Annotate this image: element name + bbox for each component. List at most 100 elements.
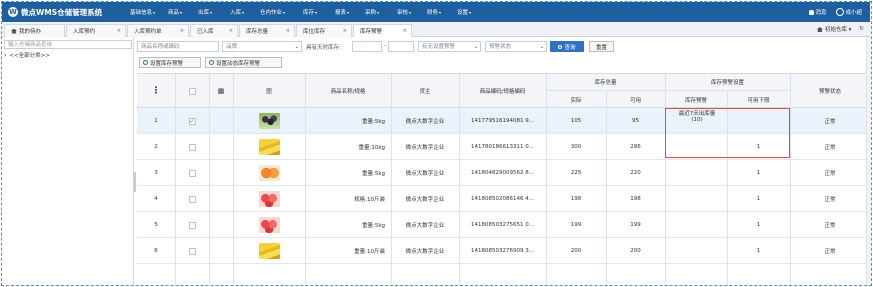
tab-0[interactable]: 我的待办: [4, 24, 65, 37]
caret-down-icon: ▾: [469, 9, 472, 15]
product-image-cell: [233, 238, 305, 264]
vertical-scrollbar[interactable]: [866, 37, 871, 285]
menu-item-4[interactable]: 仓内作业 ▾: [260, 8, 303, 17]
product-spec: 重量:5kg: [361, 223, 385, 229]
warning-status: 正常: [824, 223, 836, 229]
notifications-link[interactable]: 消息: [809, 8, 826, 16]
close-icon[interactable]: ×: [343, 28, 347, 34]
menu-item-0[interactable]: 基础信息 ▾: [130, 8, 168, 17]
close-icon[interactable]: ×: [403, 28, 407, 34]
menu-item-1[interactable]: 商品 ▾: [168, 8, 198, 17]
tab-3[interactable]: 已入库 ×: [190, 24, 238, 37]
product-thumbnail[interactable]: [258, 139, 280, 155]
status-select-label: 预警状态: [489, 44, 512, 50]
row-select[interactable]: [175, 212, 209, 238]
row-checkbox[interactable]: [188, 247, 196, 255]
header-code: 商品编码/规格编码: [479, 89, 526, 95]
tab-2[interactable]: 入库预约单 ×: [127, 24, 189, 37]
query-label: 查询: [564, 44, 576, 51]
brand-select[interactable]: 品牌 ⌄: [222, 41, 302, 52]
product-image-cell: [233, 108, 305, 134]
row-number: 5: [154, 222, 158, 228]
table-row[interactable]: 4 规格:10斤装 微点大数字企业 141808502086146 4... 198 19…: [137, 186, 870, 212]
tab-6[interactable]: 库存预警 ×: [353, 24, 412, 37]
row-number: 4: [154, 196, 158, 202]
chevron-down-icon: ⌄: [473, 44, 478, 50]
refresh-icon[interactable]: ↻: [859, 26, 864, 32]
days-from-input[interactable]: [352, 41, 382, 52]
menu-item-5[interactable]: 库存 ▾: [303, 8, 335, 17]
tab-label: 我的待办: [19, 29, 42, 35]
set-warning-button[interactable]: 设置库存预警: [139, 57, 201, 68]
close-icon[interactable]: ×: [180, 28, 184, 34]
tab-label: 入库预约单: [134, 29, 162, 35]
warning-status: 正常: [824, 145, 836, 151]
stock-available: 200: [630, 248, 641, 254]
tab-5[interactable]: 库位库存 ×: [296, 24, 352, 37]
tab-4[interactable]: 库存总量 ×: [239, 24, 295, 37]
close-icon[interactable]: ×: [229, 28, 233, 34]
reset-button[interactable]: 重置: [589, 41, 614, 52]
row-checkbox[interactable]: [188, 143, 196, 151]
tab-bar-right: 初始仓库 ▾ ↻: [816, 25, 864, 33]
menu-item-label: 基础信息: [130, 10, 153, 16]
warning-status-select[interactable]: 预警状态 ⌄: [485, 41, 547, 52]
menu-item-8[interactable]: 审核 ▾: [397, 8, 427, 17]
menu-item-label: 库存: [303, 10, 315, 16]
column-menu-icon[interactable]: ⋮: [137, 74, 175, 108]
tab-1[interactable]: 入库预约 ×: [66, 24, 126, 37]
row-select[interactable]: [175, 186, 209, 212]
row-checkbox[interactable]: [188, 169, 196, 177]
warehouse-selector[interactable]: 初始仓库 ▾: [816, 25, 851, 33]
menu-item-label: 设置: [457, 10, 469, 16]
table-row[interactable]: 6 重量:10斤装 微点大数字企业 141808503276909 3... 200 20…: [137, 238, 870, 264]
table-row[interactable]: 3 重量:5kg 微点大数字企业 141804829009562 8... 225 220…: [137, 160, 870, 186]
row-select[interactable]: ✓: [175, 108, 209, 134]
table-header: ⋮ ▦ 图 商品名称/规格 货主 商品编码/规格编码 库存总量 实际 可用 库存…: [137, 74, 870, 108]
header-name: 商品名称/规格: [330, 89, 366, 95]
user-menu[interactable]: 成小超: [836, 8, 862, 17]
warning-setting-select[interactable]: 有无设置预警 ⌄: [418, 41, 481, 52]
menu-item-3[interactable]: 入库 ▾: [230, 8, 260, 17]
product-search-input[interactable]: 商品名称或编码: [137, 41, 219, 52]
product-thumbnail[interactable]: [258, 243, 280, 259]
select-all-checkbox[interactable]: [188, 87, 196, 95]
row-checkbox[interactable]: [188, 195, 196, 203]
close-icon[interactable]: ×: [117, 28, 121, 34]
close-icon[interactable]: ×: [286, 28, 290, 34]
app-logo[interactable]: W 微点WMS仓储管理系统: [8, 7, 130, 18]
category-search-input[interactable]: 输入仓储商品查询: [4, 40, 132, 49]
menu-item-6[interactable]: 报表 ▾: [335, 8, 365, 17]
set-dynamic-warning-button[interactable]: 设置动态库存预警: [205, 57, 282, 68]
category-tree-root[interactable]: › <<全部分类>>: [4, 51, 50, 60]
menu-item-9[interactable]: 财务 ▾: [427, 8, 457, 17]
product-image-cell: [233, 186, 305, 212]
bell-icon: [809, 10, 815, 15]
row-number: 1: [154, 118, 158, 124]
row-checkbox[interactable]: [188, 221, 196, 229]
product-thumbnail[interactable]: [258, 191, 280, 207]
menu-item-7[interactable]: 采购 ▾: [365, 8, 397, 17]
menu-item-2[interactable]: 出库 ▾: [198, 8, 230, 17]
main-content: 商品名称或编码 品牌 ⌄ 具有天时库存: - 有无设置预警 ⌄ 预警状态 ⌄ 查询 重…: [137, 37, 870, 285]
tree-expand-icon[interactable]: ›: [4, 52, 6, 59]
menu-item-10[interactable]: 设置 ▾: [457, 8, 491, 17]
row-select[interactable]: [175, 134, 209, 160]
sidebar-splitter[interactable]: [133, 172, 136, 192]
logo-icon: W: [8, 7, 18, 17]
tab-label: 库存总量: [246, 29, 269, 35]
row-select[interactable]: [175, 238, 209, 264]
row-checkbox[interactable]: ✓: [188, 117, 196, 125]
product-thumbnail[interactable]: [258, 165, 280, 181]
grid-view-icon[interactable]: ▦: [209, 74, 233, 108]
header-image: 图: [266, 89, 272, 95]
days-to-input[interactable]: [388, 41, 414, 52]
query-button[interactable]: 查询: [550, 41, 584, 52]
header-select-all[interactable]: [175, 74, 209, 108]
product-code: 141808503275651 0...: [471, 222, 534, 228]
owner-name: 微点大数字企业: [405, 119, 445, 125]
row-select[interactable]: [175, 160, 209, 186]
product-thumbnail[interactable]: [258, 113, 280, 129]
table-row[interactable]: 5 重量:5kg 微点大数字企业 141808503275651 0... 199 199…: [137, 212, 870, 238]
product-thumbnail[interactable]: [258, 217, 280, 233]
